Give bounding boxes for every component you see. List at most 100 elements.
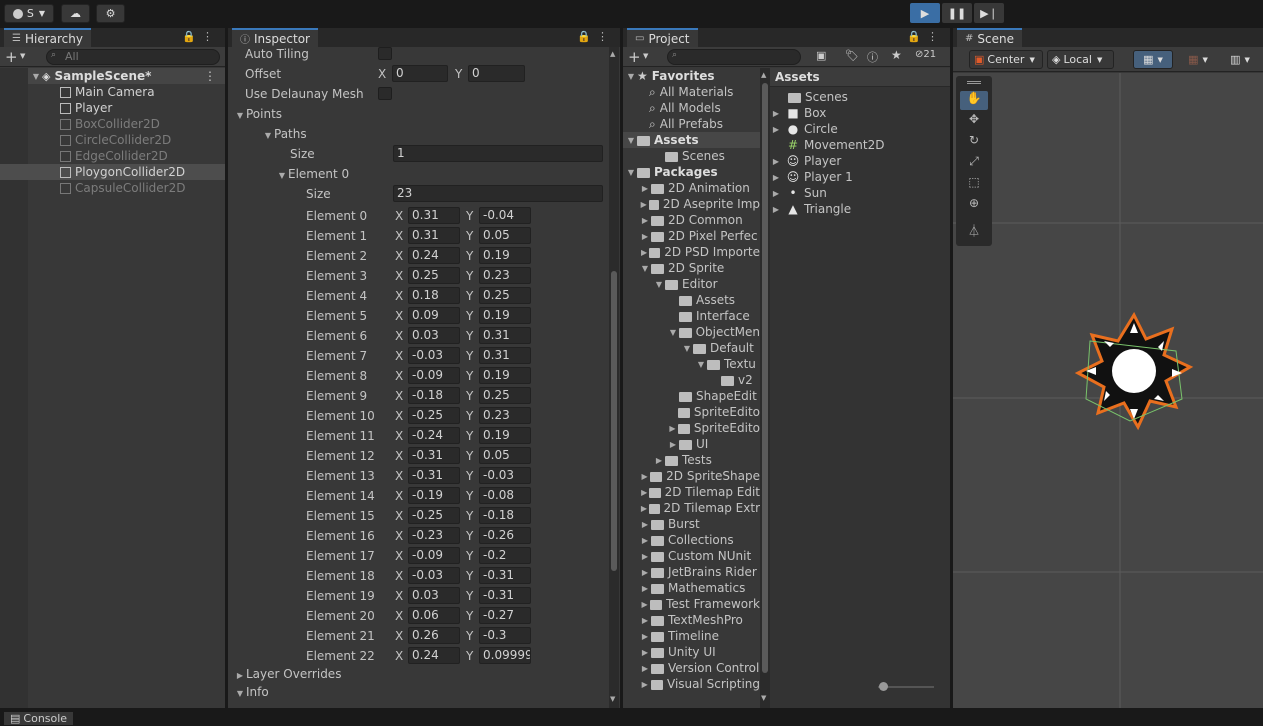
- zoom-slider-handle[interactable]: [879, 682, 888, 691]
- project-tree-item[interactable]: ▶ Unity UI: [623, 644, 760, 660]
- lock-icon[interactable]: 🔒: [182, 30, 202, 43]
- project-tree-item[interactable]: ▶ 2D Aseprite Imp: [623, 196, 760, 212]
- point-y-field[interactable]: -0.18: [479, 507, 531, 524]
- expand-arrow-icon[interactable]: ▶: [639, 632, 651, 641]
- expand-arrow-icon[interactable]: ▶: [639, 472, 650, 481]
- project-tree-item[interactable]: ▶ SpriteEdito: [623, 420, 760, 436]
- project-tree-item[interactable]: ▶ 2D SpriteShape: [623, 468, 760, 484]
- add-icon[interactable]: +: [628, 48, 641, 66]
- point-x-field[interactable]: 0.24: [408, 247, 460, 264]
- expand-arrow-icon[interactable]: ▶: [770, 157, 782, 166]
- point-x-field[interactable]: 0.03: [408, 327, 460, 344]
- point-y-field[interactable]: 0.19: [479, 367, 531, 384]
- point-y-field[interactable]: -0.31: [479, 587, 531, 604]
- hierarchy-search-input[interactable]: All: [46, 49, 220, 65]
- project-tree-item[interactable]: ▼ Editor: [623, 276, 760, 292]
- point-y-field[interactable]: 0.31: [479, 327, 531, 344]
- expand-arrow-icon[interactable]: ▼: [667, 328, 679, 337]
- expand-arrow-icon[interactable]: ▶: [639, 488, 649, 497]
- tab-scene[interactable]: # Scene: [957, 28, 1022, 47]
- expand-arrow-icon[interactable]: ▶: [653, 456, 665, 465]
- project-tree-item[interactable]: ▶ Visual Scripting: [623, 676, 760, 692]
- tab-hierarchy[interactable]: ☰ Hierarchy: [4, 28, 91, 47]
- tab-options[interactable]: 🔒⋮: [182, 30, 219, 43]
- info-foldout[interactable]: ▼ Info: [234, 685, 269, 699]
- expand-arrow-icon[interactable]: ▶: [639, 680, 651, 689]
- project-tree-scrollbar[interactable]: ▲ ▼: [760, 68, 770, 708]
- point-y-field[interactable]: 0.05: [479, 447, 531, 464]
- expand-arrow-icon[interactable]: ▶: [639, 552, 651, 561]
- hidden-packages-icon[interactable]: ⊘21: [915, 49, 936, 60]
- point-y-field[interactable]: -0.31: [479, 567, 531, 584]
- expand-arrow-icon[interactable]: ▼: [30, 72, 42, 81]
- point-y-field[interactable]: -0.26: [479, 527, 531, 544]
- expand-arrow-icon[interactable]: ▶: [639, 616, 651, 625]
- point-x-field[interactable]: -0.19: [408, 487, 460, 504]
- scene-viewport[interactable]: [953, 73, 1263, 708]
- hierarchy-item[interactable]: EdgeCollider2D: [0, 148, 225, 164]
- project-tree-item[interactable]: ▶ 2D Tilemap Extr: [623, 500, 760, 516]
- point-x-field[interactable]: -0.09: [408, 547, 460, 564]
- filter-icon[interactable]: 🏷: [845, 49, 859, 62]
- expand-arrow-icon[interactable]: ▶: [667, 424, 678, 433]
- kebab-menu-icon[interactable]: ⋮: [204, 69, 216, 83]
- asset-item[interactable]: ▶ ● Circle: [770, 121, 950, 137]
- expand-arrow-icon[interactable]: ▶: [770, 173, 782, 182]
- auto-tiling-checkbox[interactable]: [378, 47, 392, 60]
- star-icon[interactable]: ★: [891, 48, 902, 62]
- element0-foldout[interactable]: ▼ Element 0: [276, 167, 349, 181]
- move-tool-button[interactable]: ✥: [960, 112, 988, 131]
- tab-project[interactable]: ▭ Project: [627, 28, 698, 47]
- asset-item[interactable]: Scenes: [770, 89, 950, 105]
- project-tree-item[interactable]: ▶ Burst: [623, 516, 760, 532]
- point-x-field[interactable]: -0.18: [408, 387, 460, 404]
- point-y-field[interactable]: -0.2: [479, 547, 531, 564]
- point-y-field[interactable]: -0.27: [479, 607, 531, 624]
- expand-arrow-icon[interactable]: ▼: [625, 72, 637, 81]
- expand-arrow-icon[interactable]: ▶: [770, 205, 782, 214]
- expand-arrow-icon[interactable]: ▶: [770, 109, 782, 118]
- project-tree-item[interactable]: ▶ Tests: [623, 452, 760, 468]
- point-x-field[interactable]: -0.31: [408, 467, 460, 484]
- edit-collider-button[interactable]: ⏃: [960, 222, 988, 241]
- point-y-field[interactable]: 0.09999: [479, 647, 531, 664]
- project-tree-item[interactable]: SpriteEdito: [623, 404, 760, 420]
- hierarchy-item[interactable]: BoxCollider2D: [0, 116, 225, 132]
- expand-arrow-icon[interactable]: ▼: [653, 280, 665, 289]
- point-x-field[interactable]: -0.25: [408, 407, 460, 424]
- project-tree-item[interactable]: ▼ Packages: [623, 164, 760, 180]
- point-x-field[interactable]: -0.23: [408, 527, 460, 544]
- point-y-field[interactable]: 0.19: [479, 247, 531, 264]
- project-tree-item[interactable]: ▶ JetBrains Rider: [623, 564, 760, 580]
- project-tree-item[interactable]: ▼ Assets: [623, 132, 760, 148]
- element0-size-field[interactable]: 23: [393, 185, 603, 202]
- scroll-up-icon[interactable]: ▲: [761, 71, 766, 79]
- project-tree-item[interactable]: Interface: [623, 308, 760, 324]
- expand-arrow-icon[interactable]: ▶: [639, 584, 651, 593]
- kebab-menu-icon[interactable]: ⋮: [597, 30, 614, 43]
- expand-arrow-icon[interactable]: ▶: [639, 520, 651, 529]
- expand-arrow-icon[interactable]: ▼: [695, 360, 707, 369]
- rotate-tool-button[interactable]: ↻: [960, 133, 988, 152]
- space-dropdown[interactable]: ◈ Local ▼: [1047, 50, 1114, 69]
- project-tree-item[interactable]: ▶ 2D Common: [623, 212, 760, 228]
- hierarchy-item[interactable]: Main Camera: [0, 84, 225, 100]
- chevron-down-icon[interactable]: ▼: [643, 52, 648, 60]
- point-x-field[interactable]: -0.31: [408, 447, 460, 464]
- point-y-field[interactable]: 0.31: [479, 347, 531, 364]
- point-x-field[interactable]: 0.25: [408, 267, 460, 284]
- play-button[interactable]: ▶: [910, 3, 940, 23]
- asset-item[interactable]: ▶ ▲ Triangle: [770, 201, 950, 217]
- point-x-field[interactable]: 0.31: [408, 207, 460, 224]
- project-tree-item[interactable]: ▶ Custom NUnit: [623, 548, 760, 564]
- expand-arrow-icon[interactable]: ▶: [639, 536, 651, 545]
- project-tree-item[interactable]: ⌕ All Prefabs: [623, 116, 760, 132]
- chevron-down-icon[interactable]: ▼: [20, 52, 25, 60]
- assets-breadcrumb[interactable]: Assets: [770, 68, 950, 87]
- scrollbar-thumb[interactable]: [611, 271, 617, 571]
- grid-snap-toggle[interactable]: ▦ ▼: [1133, 50, 1173, 69]
- tab-options[interactable]: 🔒⋮: [577, 30, 614, 43]
- point-y-field[interactable]: -0.3: [479, 627, 531, 644]
- scene-row[interactable]: ▼ ◈ SampleScene* ⋮: [0, 68, 225, 84]
- asset-item[interactable]: ▶ • Sun: [770, 185, 950, 201]
